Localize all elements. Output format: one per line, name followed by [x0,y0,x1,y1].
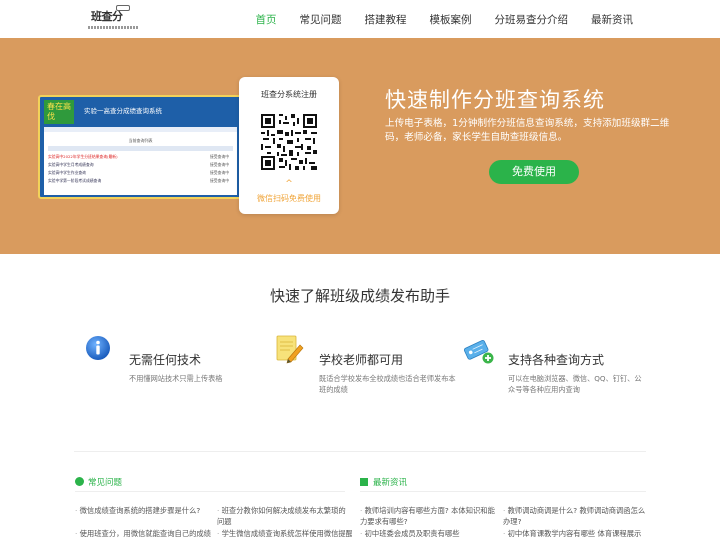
preview-title: 实验一高查分成绩查询系统 [84,107,162,115]
faq-heading-label: 常见问题 [88,478,123,488]
site-logo[interactable]: 班查分 [88,4,138,34]
top-header: 班查分 首页 常见问题 搭建教程 模板案例 分班易查分介绍 最新资讯 [0,0,720,38]
notepad-pencil-icon [276,335,304,364]
news-link[interactable]: 初中班委会成员及职责有哪些 [360,528,498,539]
news-link[interactable]: 教师调动商调是什么? 教师调动商调函怎么办理? [503,505,646,527]
preview-row-status: 接受查询中 [210,162,229,167]
system-preview-image: 春在高伐 实验一高查分成绩查询系统 当前查询列表 实验高中2022年学生分班结果… [38,95,242,199]
preview-row-status: 接受查询中 [210,154,229,159]
nav-faq[interactable]: 常见问题 [300,12,342,27]
preview-table-header [48,146,233,151]
free-use-button[interactable]: 免费使用 [489,160,579,184]
preview-toolbar [44,127,237,132]
preview-table-panel: 当前查询列表 实验高中2022年学生分班结果查询(最新) 接受查询中 实验高中学生… [44,127,237,195]
preview-school-logo: 春在高伐 [44,100,74,124]
hero-description: 上传电子表格，1分钟制作分班信息查询系统，支持添加班级群二维码，老师必备，家长学… [385,118,670,143]
faq-link[interactable]: 使用班查分，用微信就能查询自己的成绩 [75,528,215,539]
hero-banner: 春在高伐 实验一高查分成绩查询系统 当前查询列表 实验高中2022年学生分班结果… [0,38,720,254]
feature-desc: 既适合学校发布全校成绩也适合老师发布本班的成绩 [319,374,456,394]
nav-home[interactable]: 首页 [256,12,277,27]
faq-link[interactable]: 微信成绩查询系统的搭建步骤是什么? [75,505,215,516]
preview-row-text: 实验高中学生作业查询 [48,170,86,175]
qr-card-title: 班查分系统注册 [261,90,317,99]
preview-row-text: 实验中学第一阶段考试成绩查询 [48,178,102,183]
feature-desc: 不用懂网站技术只需上传表格 [129,374,223,383]
hero-title: 快速制作分班查询系统 [385,88,605,112]
nav-tutorial[interactable]: 搭建教程 [365,12,407,27]
feature-item: 支持各种查询方式 可以在电脑浏览器、微信、QQ、钉钉、公众号等各种应用内查询 [463,334,653,404]
qr-card-label: 微信扫码免费使用 [257,194,321,203]
preview-row: 实验中学第一阶段考试成绩查询 接受查询中 [48,178,233,184]
features-section-title: 快速了解班级成绩发布助手 [269,287,450,305]
preview-row: 实验高中学生作业查询 接受查询中 [48,170,233,176]
qr-code [261,114,317,170]
nav-intro[interactable]: 分班易查分介绍 [495,12,569,27]
news-heading-label: 最新资讯 [373,478,408,488]
main-nav: 首页 常见问题 搭建教程 模板案例 分班易查分介绍 最新资讯 [233,0,634,38]
feature-item: 学校老师都可用 既适合学校发布全校成绩也适合老师发布本班的成绩 [274,334,464,404]
preview-table-heading: 当前查询列表 [128,138,153,143]
news-link[interactable]: 教师培训内容有哪些方面? 本体知识和能力要求有哪些? [360,505,498,527]
news-icon [360,478,368,486]
section-divider [74,451,646,452]
feature-title: 支持各种查询方式 [508,353,605,367]
preview-row-text: 实验高中学生月考成绩查询 [48,162,94,167]
qr-register-card: 班查分系统注册 ^ 微信扫码免费使用 [239,77,339,214]
feature-desc: 可以在电脑浏览器、微信、QQ、钉钉、公众号等各种应用内查询 [508,374,642,394]
preview-row: 实验高中2022年学生分班结果查询(最新) 接受查询中 [48,154,233,160]
question-icon [75,477,84,486]
faq-link[interactable]: 班查分教你如何解决成绩发布太繁琐的问题 [217,505,352,527]
nav-news[interactable]: 最新资讯 [591,12,633,27]
faq-heading[interactable]: 常见问题 [75,476,122,488]
chevron-up-icon: ^ [285,179,293,189]
nav-templates[interactable]: 模板案例 [430,12,472,27]
tag-add-icon [463,340,494,364]
logo-text: 班查分 [91,10,123,23]
feature-title: 无需任何技术 [129,353,202,367]
news-heading[interactable]: 最新资讯 [360,476,407,488]
preview-row-text: 实验高中2022年学生分班结果查询(最新) [48,154,118,159]
preview-row: 实验高中学生月考成绩查询 接受查询中 [48,162,233,168]
preview-row-status: 接受查询中 [210,170,229,175]
feature-item: 无需任何技术 不用懂网站技术只需上传表格 [84,334,274,404]
info-icon [86,336,110,360]
preview-row-status: 接受查询中 [210,178,229,183]
logo-underline [88,26,138,29]
faq-underline [75,491,345,492]
feature-title: 学校老师都可用 [319,353,404,367]
news-underline [360,491,646,492]
news-link[interactable]: 初中体育课教学内容有哪些 体育课程展示 [503,528,646,539]
faq-link[interactable]: 学生微信成绩查询系统怎样使用微信提醒 [217,528,352,539]
